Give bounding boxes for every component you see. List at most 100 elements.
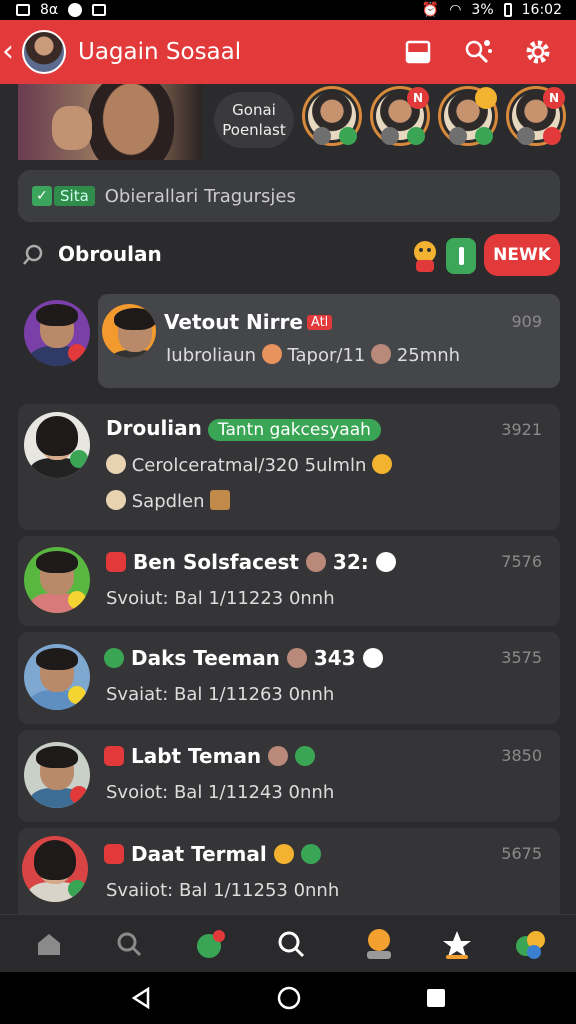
chat-time: 909 <box>511 312 542 331</box>
story-avatar[interactable] <box>438 86 498 146</box>
tag-icon <box>104 746 124 766</box>
chat-avatar <box>24 412 90 478</box>
notification-badge-icon: N <box>407 87 429 109</box>
chat-inner-avatar <box>102 304 156 358</box>
face-icon <box>268 746 289 766</box>
stories-row: Gonai Poenlast N N <box>0 84 576 162</box>
chat-name: Droulian <box>106 416 202 440</box>
emoji-badge-icon <box>475 87 497 109</box>
chat-bubble-card[interactable]: Vetout Nirre Atl Iubroliaun Tapor/11 25mn… <box>98 294 560 388</box>
chat-subline: Iubroliaun Tapor/11 25mnh <box>166 344 460 366</box>
chat-row: Vetout Nirre Atl <box>164 310 333 334</box>
group-pill[interactable]: Gonai Poenlast <box>214 92 294 148</box>
profile-sticker-icon[interactable] <box>362 927 396 961</box>
battery-icon <box>503 3 512 17</box>
chat-sub: Svaiat: Bal 1/11263 0nnh <box>106 684 335 705</box>
chat-line2: Sapdlen <box>131 491 205 512</box>
friends-icon[interactable] <box>514 927 548 961</box>
search-label[interactable]: Obroulan <box>58 242 162 266</box>
nav-home-icon[interactable] <box>277 986 301 1010</box>
chat-row[interactable]: Daks Teeman 343 Svaiat: Bal 1/11263 0nnh… <box>18 632 560 724</box>
search-row: Obroulan NEWK <box>0 230 576 282</box>
face-icon <box>305 552 326 572</box>
gallery-icon <box>16 4 30 16</box>
activity-icon[interactable] <box>194 927 228 961</box>
chat-name: Daks Teeman <box>130 646 280 670</box>
notification-badge-icon: N <box>543 87 565 109</box>
chat-extra: 343 <box>313 646 356 670</box>
chat-row[interactable]: Ben Solsfacest 32: Svoiut: Bal 1/11223 0… <box>18 536 560 626</box>
chat-sub: Svoiot: Bal 1/11243 0nnh <box>106 782 335 803</box>
status-chip: Tantn gakcesyaah <box>207 419 381 441</box>
explore-search-icon[interactable] <box>274 927 308 961</box>
chat-time: 3575 <box>501 648 542 667</box>
battery-percent: 3% <box>471 2 494 18</box>
checkbox-icon[interactable]: ✓ <box>32 186 52 206</box>
bottom-tab-bar <box>0 914 576 972</box>
back-icon[interactable]: ‹ <box>2 37 20 67</box>
chat-sub: Svoiut: Bal 1/11223 0nnh <box>106 588 335 609</box>
featured-story-image[interactable] <box>18 84 202 160</box>
story-avatar[interactable] <box>302 86 362 146</box>
notice-text: Obierallari Tragursjes <box>104 185 296 207</box>
notice-tag: Sita <box>54 186 95 206</box>
chat-sub: Svaiiot: Bal 1/11253 0nnh <box>106 880 340 901</box>
chat-name: Daat Termal <box>130 842 267 866</box>
chat-tag: Atl <box>306 315 333 330</box>
new-button[interactable]: NEWK <box>484 234 560 276</box>
badge-icon <box>362 648 383 668</box>
chat-sub-b: Tapor/11 <box>287 345 366 366</box>
main-content: Gonai Poenlast N N ✓ Sita Obierallari Tr… <box>0 84 576 914</box>
status-bar: 8α ⏰ ◠ 3% 16:02 <box>0 0 576 20</box>
chat-sub-c: 25mnh <box>396 345 461 366</box>
notice-bar[interactable]: ✓ Sita Obierallari Tragursjes <box>18 170 560 222</box>
record-icon <box>68 3 83 17</box>
emoji-sticker-icon[interactable] <box>410 238 440 274</box>
chat-sub-a: Iubroliaun <box>166 345 257 366</box>
group-pill-line1: Gonai <box>232 101 276 119</box>
chat-time: 7576 <box>501 552 542 571</box>
sparkle-icon <box>300 844 321 864</box>
settings-icon[interactable] <box>516 30 560 74</box>
chat-avatar[interactable] <box>24 300 90 366</box>
chat-name: Vetout Nirre <box>164 310 303 334</box>
app-title: Uagain Sosaal <box>78 39 242 65</box>
nav-recents-icon[interactable] <box>424 986 448 1010</box>
chat-row[interactable]: Daat Termal Svaiiot: Bal 1/11253 0nnh 56… <box>18 828 560 914</box>
share-icon[interactable] <box>456 30 500 74</box>
profile-avatar[interactable] <box>22 30 66 74</box>
face-icon <box>286 648 307 668</box>
home-icon[interactable] <box>32 927 66 961</box>
chat-avatar <box>24 644 90 710</box>
star-icon[interactable] <box>440 927 474 961</box>
search-icon[interactable] <box>112 927 146 961</box>
chat-name: Labt Teman <box>130 744 262 768</box>
chat-row[interactable]: Labt Teman Svoiot: Bal 1/11243 0nnh 3850 <box>18 730 560 822</box>
tag-icon <box>104 844 124 864</box>
chat-avatar <box>22 836 88 902</box>
info-icon[interactable] <box>446 238 476 274</box>
clock: 16:02 <box>521 2 562 18</box>
status-left-text: 8α <box>40 2 59 18</box>
inbox-icon[interactable] <box>396 30 440 74</box>
clover-icon <box>104 648 124 668</box>
chat-name: Ben Solsfacest <box>132 550 299 574</box>
group-pill-line2: Poenlast <box>222 121 286 139</box>
bell-icon <box>106 454 126 474</box>
app-bar: ‹ Uagain Sosaal <box>0 20 576 84</box>
chat-avatar <box>24 742 90 808</box>
emoji-icon <box>261 344 282 364</box>
nav-back-icon[interactable] <box>130 986 154 1010</box>
story-avatar[interactable]: N <box>370 86 430 146</box>
story-avatar[interactable]: N <box>506 86 566 146</box>
chat-avatar <box>24 547 90 613</box>
chat-extra: 32: <box>332 550 369 574</box>
crayons-icon <box>210 490 231 510</box>
sparkle-icon <box>295 746 316 766</box>
chat-line1: Cerolceratmal/320 5ulmln <box>131 455 367 476</box>
chat-row[interactable]: Droulian Tantn gakcesyaah Cerolceratmal/3… <box>18 404 560 530</box>
tag-icon <box>106 552 126 572</box>
face-icon <box>371 344 392 364</box>
chat-time: 5675 <box>501 844 542 863</box>
search-icon[interactable] <box>22 244 44 266</box>
